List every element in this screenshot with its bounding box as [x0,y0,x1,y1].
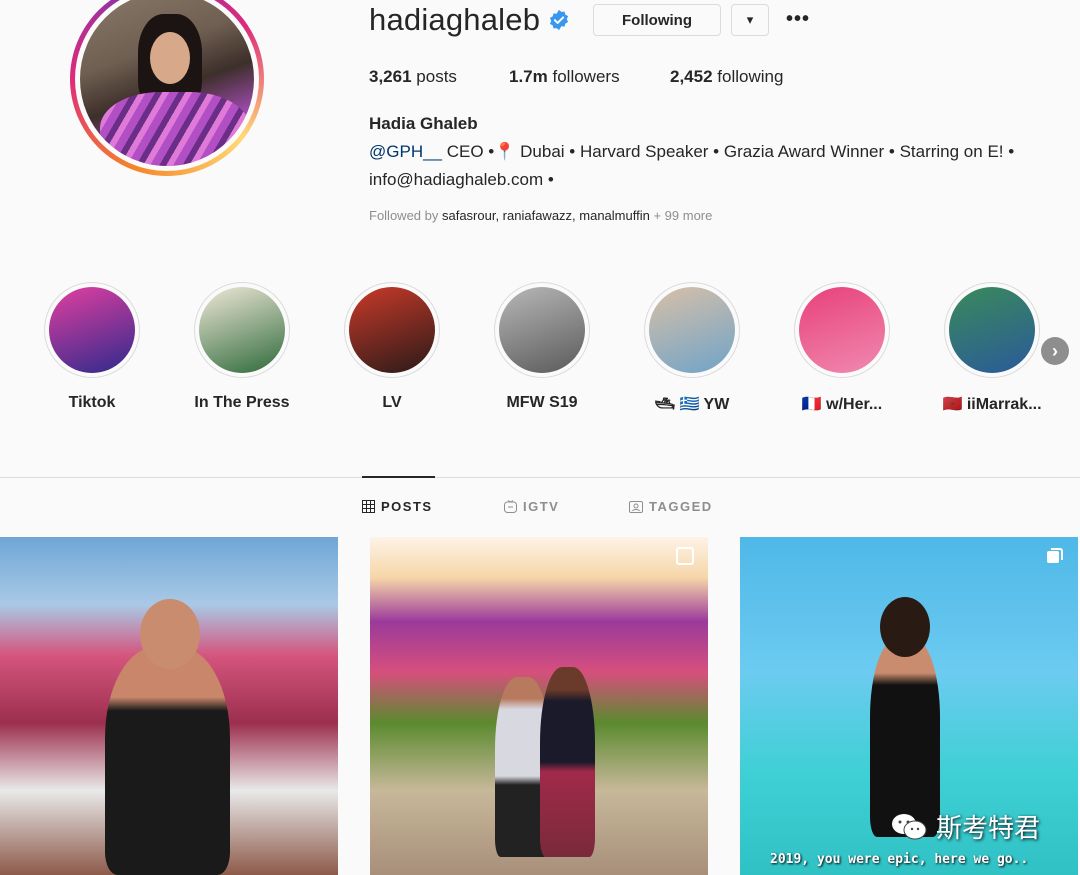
post-tile[interactable] [0,537,338,875]
tab-igtv[interactable]: IGTV [504,499,559,514]
following-button[interactable]: Following [593,4,721,36]
highlight-cover [794,282,890,378]
tabs-divider [0,477,1080,478]
highlight-label: Tiktok [68,394,116,411]
multiple-photos-icon [676,547,694,565]
posts-label: posts [416,67,457,86]
bio-mention-link[interactable]: @GPH__ [369,142,442,161]
post-tile[interactable] [370,537,708,875]
story-highlight[interactable]: Tiktok [42,282,142,412]
followed-by-more: + 99 more [649,208,713,223]
highlight-cover [644,282,740,378]
highlight-cover [344,282,440,378]
highlight-cover [494,282,590,378]
profile-full-name: Hadia Ghaleb [369,114,478,133]
active-tab-indicator [362,476,435,478]
stat-followers[interactable]: 1.7m followers [509,67,620,87]
igtv-icon [504,500,517,513]
tab-posts-label: POSTS [381,499,433,514]
bio-line-2: info@hadiaghaleb.com • [369,170,554,189]
profile-username: hadiaghaleb [369,2,541,37]
highlight-cover [44,282,140,378]
story-highlight[interactable]: 🛥 🇬🇷 YW [642,282,742,414]
highlight-label: 🇲🇦 iiMarrak... [942,396,1042,413]
story-highlight[interactable]: 🇫🇷 w/Her... [792,282,892,414]
more-options-icon[interactable]: ••• [786,8,810,31]
followed-by[interactable]: Followed by safasrour, raniafawazz, mana… [369,208,712,223]
suggested-accounts-dropdown-button[interactable]: ▾ [731,4,769,36]
posts-count: 3,261 [369,67,412,86]
highlight-label: 🇫🇷 w/Her... [801,396,883,413]
highlights-next-arrow-icon[interactable]: › [1041,337,1069,365]
following-label: following [717,67,784,86]
stat-following[interactable]: 2,452 following [670,67,783,87]
profile-photo [80,0,254,166]
tab-igtv-label: IGTV [523,499,560,514]
grid-icon [362,500,375,513]
wechat-icon [892,813,927,839]
watermark: 斯考特君 [890,808,1040,845]
highlight-label: In The Press [194,394,290,411]
story-highlight[interactable]: 🇲🇦 iiMarrak... [942,282,1042,414]
profile-avatar[interactable] [70,0,264,176]
highlight-cover [944,282,1040,378]
following-count: 2,452 [670,67,713,86]
watermark-text: 斯考特君 [936,814,1041,844]
verified-badge-icon [549,9,569,31]
followers-label: followers [552,67,620,86]
tagged-icon [629,501,643,513]
chevron-down-icon: ▾ [746,12,754,27]
highlight-label: MFW S19 [506,394,578,411]
followed-by-users[interactable]: safasrour, raniafawazz, manalmuffin [442,208,650,223]
highlight-label: LV [382,394,402,411]
tab-tagged[interactable]: TAGGED [629,499,713,514]
bio-line-1: @GPH__ CEO •📍 Dubai • Harvard Speaker • … [369,142,1014,162]
stat-posts: 3,261 posts [369,67,457,87]
story-highlight[interactable]: In The Press [192,282,292,412]
highlight-cover [194,282,290,378]
followers-count: 1.7m [509,67,548,86]
story-highlight[interactable]: LV [342,282,442,412]
multiple-photos-icon [1047,548,1063,563]
story-highlight[interactable]: MFW S19 [492,282,592,412]
tab-posts[interactable]: POSTS [362,499,433,514]
bio-text: CEO •📍 Dubai • Harvard Speaker • Grazia … [442,142,1015,161]
post-caption-overlay: 2019, you were epic, here we go.. [770,852,1029,867]
highlight-label: 🛥 🇬🇷 YW [654,396,730,413]
tab-tagged-label: TAGGED [649,499,713,514]
